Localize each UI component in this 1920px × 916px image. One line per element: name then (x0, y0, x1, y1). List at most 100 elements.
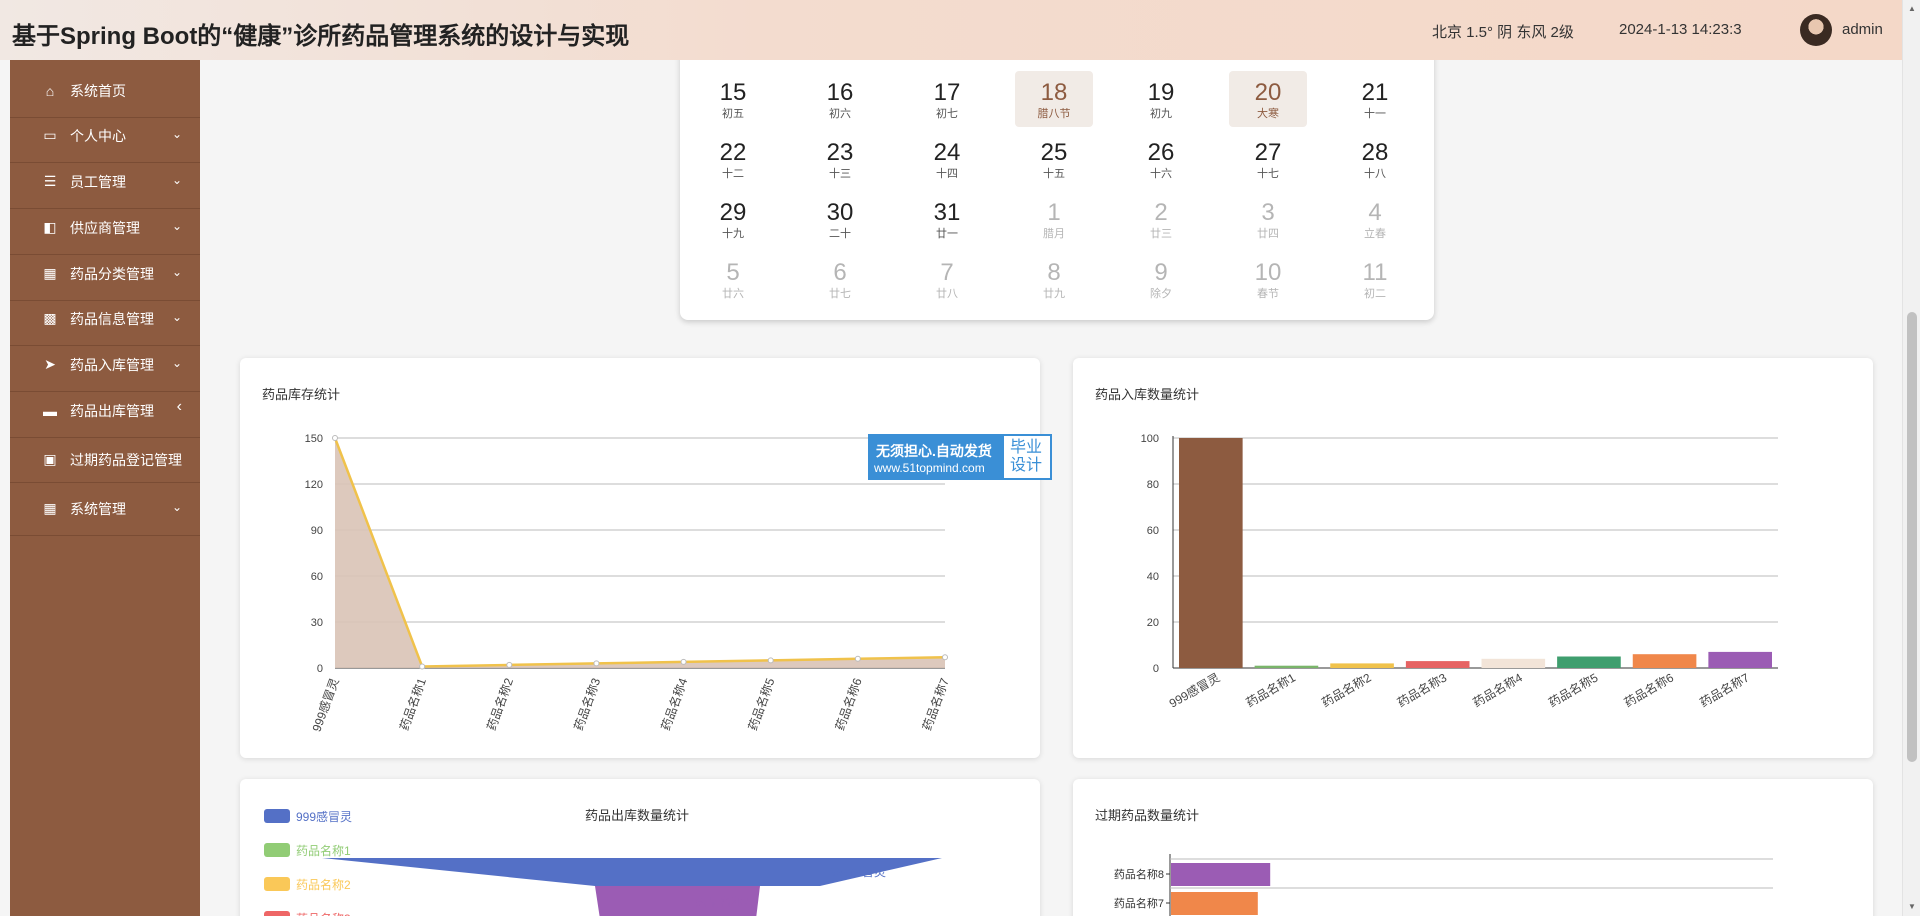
calendar-day-number: 6 (833, 259, 847, 286)
calendar-day[interactable]: 7 廿八 (908, 251, 986, 307)
calendar-day-number: 10 (1254, 259, 1282, 286)
calendar-day-number: 24 (933, 139, 961, 166)
calendar-day-number: 9 (1154, 259, 1168, 286)
sidebar-item-label: 过期药品登记管理 (70, 451, 182, 468)
expired-chart-panel: 过期药品数量统计 药品名称8 药品名称7 (1073, 779, 1873, 916)
calendar-lunar-label: 廿八 (936, 288, 958, 300)
legend-label: 药品名称3 (296, 910, 351, 916)
calendar-day[interactable]: 29 十九 (694, 191, 772, 247)
grid-icon: ▦ (43, 265, 57, 281)
calendar-day[interactable]: 11 初二 (1336, 251, 1414, 307)
data-point (419, 663, 426, 670)
grid-small-icon: ▩ (43, 310, 57, 326)
sliders-icon: ☰ (43, 173, 57, 189)
legend-item[interactable]: 999感冒灵 (264, 808, 352, 824)
sidebar-item-label: 个人中心 (70, 127, 126, 144)
calendar-day[interactable]: 15 初五 (694, 71, 772, 127)
calendar-day[interactable]: 20 大寒 (1229, 71, 1307, 127)
sidebar-item-label: 药品入库管理 (70, 356, 154, 373)
legend-item[interactable]: 药品名称3 (264, 910, 351, 916)
calendar-day[interactable]: 31 廿一 (908, 191, 986, 247)
calendar-day-number: 20 (1254, 79, 1282, 106)
calendar-lunar-label: 大寒 (1257, 108, 1279, 120)
calendar-day[interactable]: 5 廿六 (694, 251, 772, 307)
calendar-lunar-label: 廿六 (722, 288, 744, 300)
calendar-day[interactable]: 2 廿三 (1122, 191, 1200, 247)
y-tick-label: 60 (1147, 525, 1159, 537)
calendar-day[interactable]: 18 腊八节 (1015, 71, 1093, 127)
calendar-day[interactable]: 27 十七 (1229, 131, 1307, 187)
bar (1171, 863, 1271, 886)
calendar-day[interactable]: 28 十八 (1336, 131, 1414, 187)
calendar-day[interactable]: 16 初六 (801, 71, 879, 127)
y-tick-label: 30 (311, 617, 323, 629)
calendar-day[interactable]: 17 初七 (908, 71, 986, 127)
stock-out-chart-panel: 药品出库数量统计 999感冒灵药品名称7 999感冒灵药品名称1药品名称2药品名… (240, 779, 1040, 916)
username-label[interactable]: admin (1842, 21, 1883, 38)
calendar-lunar-label: 腊月 (1043, 228, 1065, 240)
bar (1481, 658, 1546, 668)
data-point (332, 435, 338, 441)
avatar[interactable] (1800, 14, 1832, 46)
bar (1632, 654, 1697, 668)
chevron-left-icon: ‹ (176, 398, 182, 415)
stock-in-chart-panel: 药品入库数量统计 0 20 40 60 80 100 999感冒灵 药品名称1 药品名称2 药品名… (1073, 358, 1873, 758)
calendar-day-number: 18 (1040, 79, 1068, 106)
legend-item[interactable]: 药品名称2 (264, 876, 351, 892)
calendar-day[interactable]: 26 十六 (1122, 131, 1200, 187)
page-scrollbar[interactable]: ▲ ▼ (1902, 0, 1920, 916)
scroll-down-icon[interactable]: ▼ (1908, 902, 1916, 911)
calendar-day-number: 22 (719, 139, 747, 166)
calendar-day[interactable]: 6 廿七 (801, 251, 879, 307)
briefcase-icon: ▣ (43, 451, 57, 467)
home-icon: ⌂ (45, 82, 55, 99)
sidebar-item-9[interactable]: ▣ 过期药品登记管理 (10, 437, 200, 483)
legend-item[interactable]: 药品名称1 (264, 842, 351, 858)
wallet-icon: ▭ (43, 127, 57, 143)
calendar-lunar-label: 十八 (1364, 168, 1386, 180)
sidebar-item-label: 药品出库管理 (70, 402, 154, 419)
x-tick-label: 药品名称5 (745, 676, 778, 733)
chevron-down-icon: ⌄ (171, 127, 182, 141)
calendar-day-number: 2 (1154, 199, 1168, 226)
top-header: 基于Spring Boot的“健康”诊所药品管理系统的设计与实现 北京 1.5°… (0, 0, 1902, 60)
sidebar-item-10[interactable]: ▦ 系统管理 ⌄ (10, 482, 200, 536)
calendar-day-number: 30 (826, 199, 854, 226)
x-tick-label: 药品名称4 (658, 676, 691, 733)
calendar-lunar-label: 腊八节 (1037, 108, 1071, 120)
calendar-day[interactable]: 24 十四 (908, 131, 986, 187)
scroll-up-icon[interactable]: ▲ (1908, 4, 1916, 13)
inventory-chart-panel: 药品库存统计 0 30 60 90 120 150 999感冒灵 药品名称1 药品名称2 药品名称… (240, 358, 1040, 758)
calendar-lunar-label: 二十 (829, 228, 851, 240)
y-tick-label: 90 (311, 525, 323, 537)
calendar-day[interactable]: 9 除夕 (1122, 251, 1200, 307)
data-point (942, 654, 948, 661)
sidebar-item-8[interactable]: ▬ 药品出库管理 ‹ (10, 384, 200, 438)
ticket-icon: ▬ (43, 402, 57, 419)
chevron-down-icon: ⌄ (171, 356, 182, 370)
calendar-day[interactable]: 25 十五 (1015, 131, 1093, 187)
calendar-day-number: 7 (940, 259, 954, 286)
data-point (767, 657, 774, 664)
weather-info: 北京 1.5° 阴 东风 2级 (1432, 24, 1574, 41)
calendar-day[interactable]: 8 廿九 (1015, 251, 1093, 307)
calendar-day[interactable]: 4 立春 (1336, 191, 1414, 247)
calendar-lunar-label: 十九 (722, 228, 744, 240)
scrollbar-thumb[interactable] (1907, 312, 1917, 762)
legend-swatch (264, 809, 290, 823)
calendar-day[interactable]: 19 初九 (1122, 71, 1200, 127)
x-tick-label: 药品名称7 (919, 676, 952, 733)
x-tick-label: 药品名称3 (570, 676, 603, 733)
calendar-day[interactable]: 3 廿四 (1229, 191, 1307, 247)
calendar-day[interactable]: 30 二十 (801, 191, 879, 247)
calendar-day[interactable]: 21 十一 (1336, 71, 1414, 127)
calendar-day[interactable]: 23 十三 (801, 131, 879, 187)
funnel-label: 药品名称7 (695, 894, 750, 909)
calendar-day[interactable]: 22 十二 (694, 131, 772, 187)
calendar-lunar-label: 除夕 (1150, 288, 1172, 300)
x-tick-label: 药品名称1 (396, 676, 429, 733)
calendar-day-number: 4 (1368, 199, 1382, 226)
watermark-ad[interactable]: 无须担心.自动发货 www.51topmind.com 毕业设计 (868, 434, 1052, 480)
calendar-day[interactable]: 10 春节 (1229, 251, 1307, 307)
calendar-day[interactable]: 1 腊月 (1015, 191, 1093, 247)
